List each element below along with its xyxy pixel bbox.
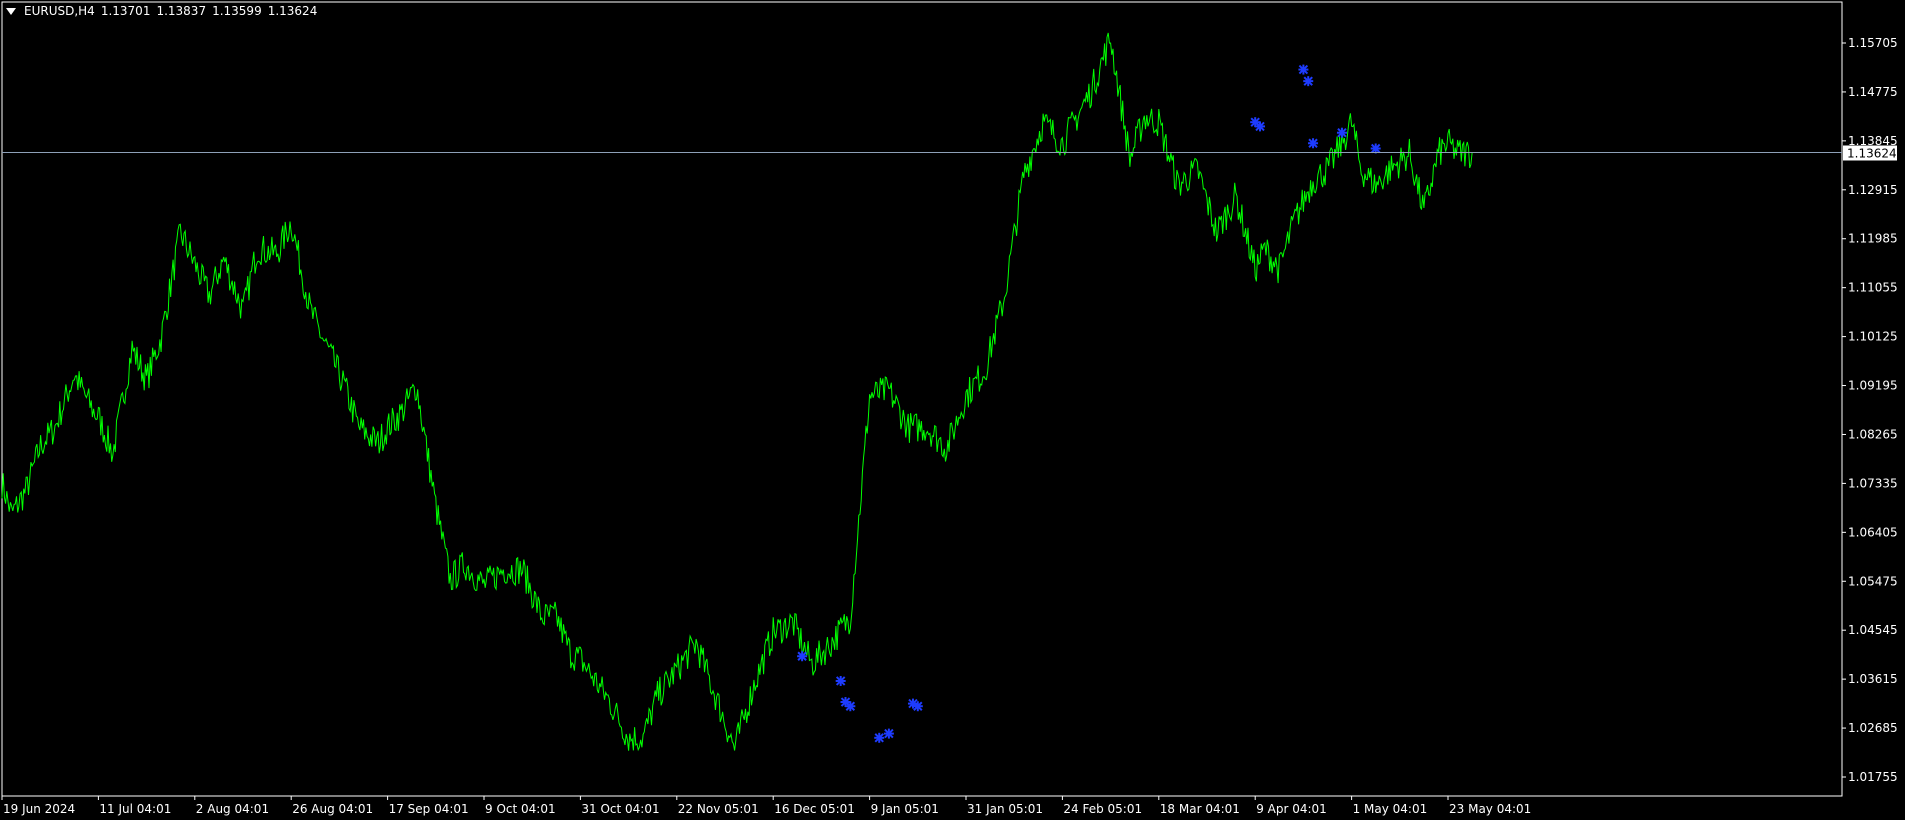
x-tick-label: 23 May 04:01 <box>1449 802 1531 816</box>
signal-marker-icon <box>1255 121 1266 132</box>
x-tick-label: 9 Jan 05:01 <box>871 802 939 816</box>
current-price-layer: 1.13624 <box>2 145 1897 161</box>
marker-layer <box>797 64 1381 743</box>
y-tick-label: 1.08265 <box>1848 427 1898 441</box>
signal-marker-icon <box>835 675 846 686</box>
x-tick-label: 11 Jul 04:01 <box>99 802 171 816</box>
signal-marker-icon <box>912 701 923 712</box>
x-tick-label: 9 Oct 04:01 <box>485 802 556 816</box>
x-tick-label: 9 Apr 04:01 <box>1256 802 1327 816</box>
y-tick-label: 1.07335 <box>1848 476 1898 490</box>
y-tick-label: 1.15705 <box>1848 36 1898 50</box>
signal-marker-icon <box>1336 127 1347 138</box>
y-tick-label: 1.11055 <box>1848 281 1898 295</box>
y-tick-label: 1.03615 <box>1848 672 1898 686</box>
y-tick-label: 1.14775 <box>1848 85 1898 99</box>
x-tick-label: 18 Mar 04:01 <box>1160 802 1240 816</box>
y-tick-label: 1.04545 <box>1848 623 1898 637</box>
x-tick-label: 17 Sep 04:01 <box>389 802 469 816</box>
time-axis[interactable]: 19 Jun 2024 11 Jul 04:01 2 Aug 04:01 26 Aug… <box>1 796 1531 816</box>
y-tick-label: 1.12915 <box>1848 183 1898 197</box>
low-price: 1.13599 <box>212 4 262 18</box>
high-price: 1.13837 <box>156 4 207 18</box>
y-tick-label: 1.02685 <box>1848 721 1898 735</box>
price-series-layer <box>1 32 1473 752</box>
x-tick-label: 22 Nov 05:01 <box>678 802 759 816</box>
signal-marker-icon <box>1298 64 1309 75</box>
x-tick-label: 31 Oct 04:01 <box>581 802 659 816</box>
x-tick-label: 31 Jan 05:01 <box>967 802 1043 816</box>
signal-marker-icon <box>1303 76 1314 87</box>
signal-marker-icon <box>1308 138 1319 149</box>
signal-marker-icon <box>883 728 894 739</box>
y-tick-label: 1.09195 <box>1848 379 1898 393</box>
plot-frame <box>1 1 1843 797</box>
x-tick-label: 19 Jun 2024 <box>3 802 75 816</box>
x-tick-label: 24 Feb 05:01 <box>1063 802 1142 816</box>
signal-marker-icon <box>874 732 885 743</box>
open-price: 1.13701 <box>100 4 151 18</box>
x-tick-label: 26 Aug 04:01 <box>292 802 373 816</box>
chart-header: EURUSD,H4 1.13701 1.13837 1.13599 1.1362… <box>6 4 317 18</box>
x-tick-label: 1 May 04:01 <box>1353 802 1428 816</box>
chart-window[interactable]: 1.15705 1.14775 1.13845 1.12915 1.11985 1.110… <box>0 0 1905 820</box>
symbol-timeframe[interactable]: EURUSD,H4 <box>24 4 95 18</box>
current-price-label: 1.13624 <box>1847 146 1897 160</box>
price-series-line <box>1 32 1473 752</box>
price-chart[interactable]: 1.157051.147751.138451.129151.119851.110… <box>0 0 1905 820</box>
y-tick-label: 1.05475 <box>1848 574 1898 588</box>
dropdown-arrow-icon[interactable] <box>6 7 16 15</box>
x-tick-label: 16 Dec 05:01 <box>774 802 855 816</box>
x-tick-label: 2 Aug 04:01 <box>196 802 269 816</box>
close-price: 1.13624 <box>267 4 318 18</box>
y-tick-label: 1.01755 <box>1848 770 1898 784</box>
y-tick-label: 1.11985 <box>1848 232 1898 246</box>
y-tick-label: 1.06405 <box>1848 525 1898 539</box>
signal-marker-icon <box>845 701 856 712</box>
y-tick-label: 1.10125 <box>1848 330 1898 344</box>
signal-marker-icon <box>797 651 808 662</box>
